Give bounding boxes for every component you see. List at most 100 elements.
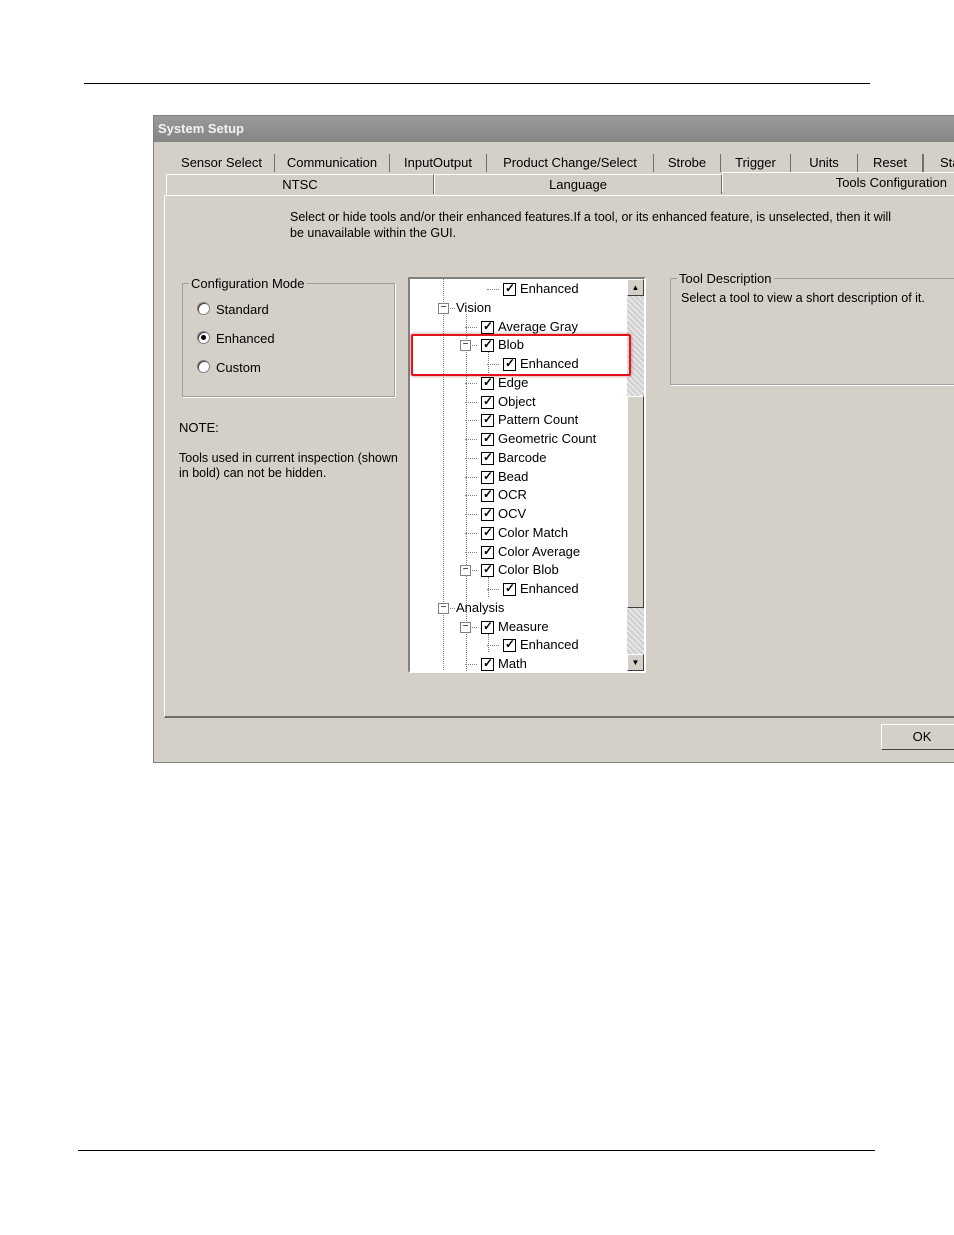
check-mark-icon: ✓ [483,393,494,408]
tree-item-label: Color Blob [498,562,559,578]
tree-item-label: Pattern Count [498,412,579,428]
tree-item-edge[interactable]: ✓ Edge [410,374,620,392]
tree-item-color-average[interactable]: ✓ Color Average [410,543,620,561]
tree-item-barcode[interactable]: ✓ Barcode [410,449,620,467]
tree-item-pattern-count[interactable]: ✓ Pattern Count [410,411,620,429]
tree-checkbox[interactable]: ✓ [481,393,494,409]
tab-sensor-select[interactable]: Sensor Select [169,154,275,172]
tree-checkbox[interactable]: ✓ [481,412,494,428]
tab-strobe[interactable]: Strobe [654,154,721,172]
tree-branch-line [465,532,477,534]
tree-item-label: Object [498,393,536,409]
tree-item-label: Color Average [498,543,581,559]
tab-product-change-select[interactable]: Product Change/Select [487,154,654,172]
tree-checkbox[interactable]: ✓ [481,431,494,446]
check-mark-icon: ✓ [483,468,494,483]
tree-branch-line [487,589,499,590]
tree-item-label: Measure [498,618,549,634]
tree-item-bead[interactable]: ✓ Bead [410,468,620,486]
tree-item-label: Enhanced [520,281,579,296]
tree-checkbox[interactable]: ✓ [503,637,516,653]
tree-item-enhanced[interactable]: ✓ Enhanced [410,280,620,298]
tree-branch-line [465,420,477,422]
note-heading: NOTE: [179,420,219,435]
tree-item-object[interactable]: ✓ Object [410,393,620,411]
tree-item-measure[interactable]: − ✓ Measure [410,618,620,636]
tree-checkbox[interactable]: ✓ [481,319,494,334]
tree-item-ocv[interactable]: ✓ OCV [410,505,620,523]
tree-item-label: Math [498,656,527,671]
tree-item-enhanced[interactable]: ✓ Enhanced [410,636,620,654]
blob-enhanced-highlight-box [411,334,631,376]
check-mark-icon: ✓ [483,524,494,539]
collapse-minus-icon[interactable]: − [438,302,449,314]
tool-description-legend: Tool Description [679,271,772,286]
tree-checkbox[interactable]: ✓ [481,449,494,465]
tool-description-group: Tool Description [670,271,954,385]
enhanced-label[interactable]: Enhanced [216,331,275,346]
tab-sta[interactable]: Sta [923,154,954,172]
tab-inputoutput[interactable]: InputOutput [390,154,487,172]
scroll-down-arrow-icon[interactable]: ▼ [627,654,644,671]
tree-item-color-match[interactable]: ✓ Color Match [410,524,620,542]
tree-branch-line [465,551,477,553]
tree-item-color-blob[interactable]: − ✓ Color Blob [410,561,620,579]
check-mark-icon: ✓ [483,449,494,464]
tree-item-label: OCV [498,506,527,521]
tree-branch-line [465,326,477,328]
note-line-2: in bold) can not be hidden. [179,466,327,480]
tree-item-math[interactable]: ✓ Math [410,655,620,671]
tab-units[interactable]: Units [791,154,858,172]
check-mark-icon: ✓ [505,581,516,595]
header-rule [84,83,870,84]
tree-branch-line [487,289,499,290]
tool-description-text: Select a tool to view a short descriptio… [681,291,925,305]
tab-language[interactable]: Language [434,174,722,194]
scroll-up-arrow-icon[interactable]: ▲ [627,279,644,296]
custom-label[interactable]: Custom [216,360,261,375]
instructions-line-1: Select or hide tools and/or their enhanc… [290,210,892,224]
standard-label[interactable]: Standard [216,302,269,317]
tab-reset[interactable]: Reset [858,154,923,172]
tree-item-geometric-count[interactable]: ✓ Geometric Count [410,430,620,448]
configuration-mode-group: Configuration Mode [182,276,395,397]
tab-communication[interactable]: Communication [275,154,390,172]
configuration-mode-legend: Configuration Mode [191,276,305,291]
tree-checkbox[interactable]: ✓ [481,375,494,390]
tree-checkbox[interactable]: ✓ [481,618,494,634]
tree-item-vision[interactable]: − Vision [410,299,620,317]
tree-checkbox[interactable]: ✓ [481,487,494,503]
system-setup-dialog: System Setup Sensor Select Communication… [153,115,954,763]
collapse-minus-icon[interactable]: − [438,602,449,614]
enhanced-radio[interactable] [197,331,210,344]
tree-branch-line [465,439,477,440]
tree-checkbox[interactable]: ✓ [481,544,494,559]
collapse-minus-icon[interactable]: − [460,621,471,633]
tree-item-analysis[interactable]: − Analysis [410,599,620,617]
standard-radio[interactable] [197,302,210,315]
tree-branch-line [465,495,477,497]
tree-item-label: Vision [456,299,492,315]
tree-checkbox[interactable]: ✓ [481,468,494,484]
tree-checkbox[interactable]: ✓ [481,524,494,540]
tree-checkbox[interactable]: ✓ [481,506,494,521]
check-mark-icon: ✓ [483,618,494,633]
tree-checkbox[interactable]: ✓ [481,656,494,671]
ok-button[interactable]: OK [881,724,954,750]
tab-tools-configuration[interactable]: Tools Configuration [722,172,954,192]
tab-trigger[interactable]: Trigger [721,154,791,172]
tree-checkbox[interactable]: ✓ [481,562,494,578]
tree-item-label: Color Match [498,524,569,540]
tree-branch-line [487,645,499,647]
tree-item-enhanced[interactable]: ✓ Enhanced [410,580,620,598]
tree-checkbox[interactable]: ✓ [503,281,516,296]
check-mark-icon: ✓ [483,656,494,670]
tab-ntsc[interactable]: NTSC [166,174,434,194]
scroll-thumb[interactable] [627,396,644,608]
tree-checkbox[interactable]: ✓ [503,581,516,596]
custom-radio[interactable] [197,360,210,373]
tree-item-average-gray[interactable]: ✓ Average Gray [410,318,620,336]
tree-item-ocr[interactable]: ✓ OCR [410,486,620,504]
note-line-1: Tools used in current inspection (shown [179,451,398,465]
collapse-minus-icon[interactable]: − [460,565,471,577]
